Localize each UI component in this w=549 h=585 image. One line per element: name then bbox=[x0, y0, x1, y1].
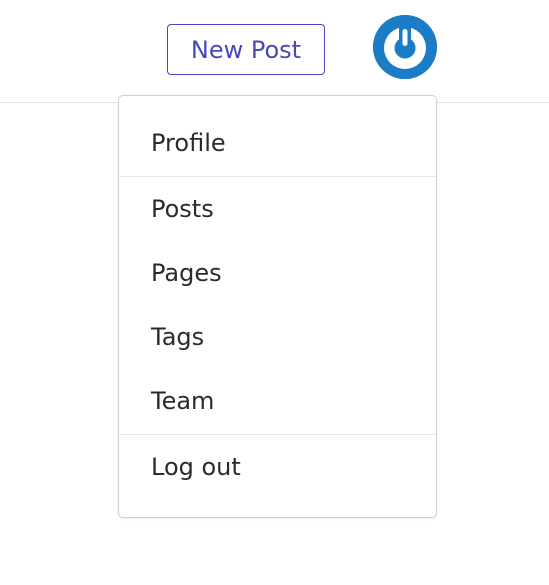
menu-item-log-out[interactable]: Log out bbox=[119, 445, 436, 489]
power-icon bbox=[373, 15, 437, 79]
menu-item-team[interactable]: Team bbox=[119, 379, 436, 423]
page: New Post Profile Posts Pages Tags Team L… bbox=[0, 0, 549, 585]
menu-divider bbox=[119, 434, 436, 435]
menu-item-pages[interactable]: Pages bbox=[119, 251, 436, 295]
menu-item-tags[interactable]: Tags bbox=[119, 315, 436, 359]
menu-item-profile[interactable]: Profile bbox=[119, 121, 436, 165]
account-dropdown-menu: Profile Posts Pages Tags Team Log out bbox=[118, 95, 437, 518]
new-post-button[interactable]: New Post bbox=[167, 24, 325, 75]
avatar[interactable] bbox=[373, 15, 437, 79]
top-header: New Post bbox=[0, 0, 549, 103]
menu-divider bbox=[119, 176, 436, 177]
menu-item-posts[interactable]: Posts bbox=[119, 187, 436, 231]
